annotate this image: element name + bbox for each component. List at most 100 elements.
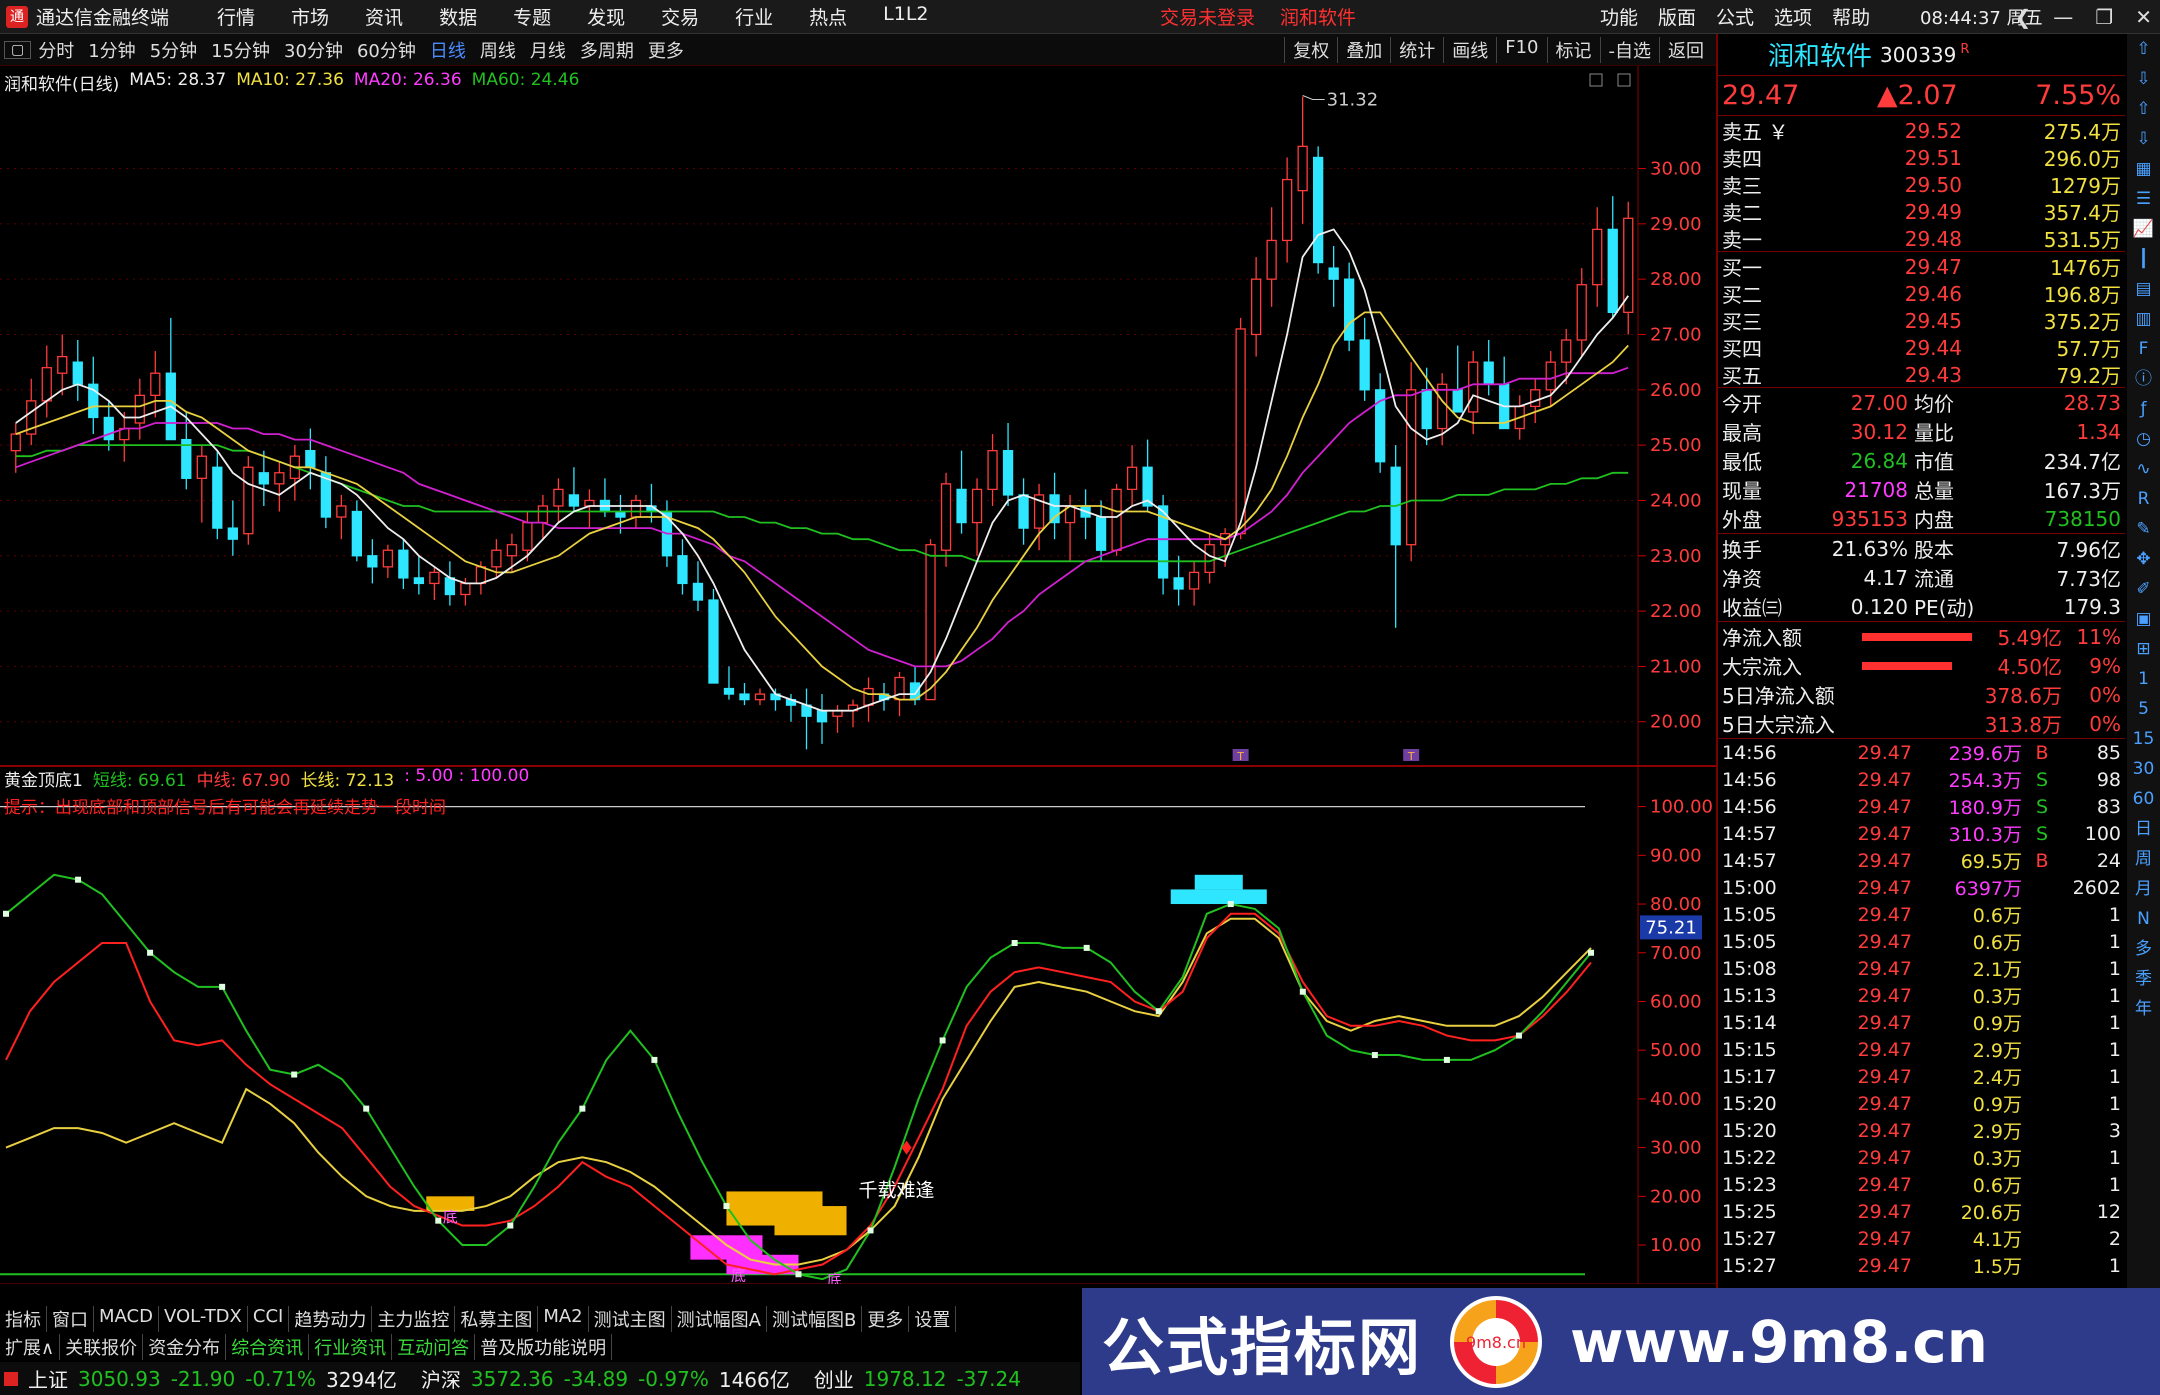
f-icon[interactable]: ƒ: [2127, 394, 2160, 424]
period-shortcut[interactable]: 5: [2127, 694, 2160, 724]
indicator-tab[interactable]: 测试幅图A: [672, 1306, 767, 1332]
period-shortcut[interactable]: 季: [2127, 964, 2160, 994]
period-shortcut[interactable]: 周: [2127, 844, 2160, 874]
up-arrow-icon[interactable]: ⇧: [2127, 34, 2160, 64]
down-arrow-icon[interactable]: ⇩: [2127, 64, 2160, 94]
menu-item[interactable]: 数据: [421, 3, 495, 30]
chart-tool-button[interactable]: 返回: [1659, 36, 1712, 63]
right-menu-item[interactable]: 选项: [1764, 3, 1822, 30]
doc-icon[interactable]: ▥: [2127, 304, 2160, 334]
indicator-tab[interactable]: 指标: [0, 1306, 47, 1332]
line-icon[interactable]: ∿: [2127, 454, 2160, 484]
restore-icon[interactable]: ❐: [2095, 5, 2113, 29]
f10-icon[interactable]: F: [2127, 334, 2160, 364]
indicator-tab[interactable]: MACD: [94, 1306, 159, 1332]
right-menu-item[interactable]: 公式: [1706, 3, 1764, 30]
period-tab[interactable]: 30分钟: [277, 37, 350, 63]
period-tab[interactable]: 更多: [641, 37, 691, 63]
minimize-icon[interactable]: —: [2053, 5, 2073, 29]
extension-tab[interactable]: 互动问答: [392, 1334, 476, 1360]
chart-tool-button[interactable]: 画线: [1443, 36, 1496, 63]
info-icon[interactable]: ⓘ: [2127, 364, 2160, 394]
pen-icon[interactable]: ✎: [2127, 514, 2160, 544]
indicator-tab[interactable]: 趋势动力: [289, 1306, 373, 1332]
chart-tool-button[interactable]: 叠加: [1337, 36, 1390, 63]
menu-item[interactable]: L1L2: [865, 3, 946, 30]
up-arrow-icon[interactable]: ⇧: [2127, 94, 2160, 124]
period-tab[interactable]: 分时: [31, 37, 81, 63]
indicator-tab[interactable]: 窗口: [47, 1306, 94, 1332]
chart-tool-button[interactable]: F10: [1496, 36, 1546, 63]
grid-icon[interactable]: ▦: [2127, 154, 2160, 184]
candle-icon[interactable]: ┃: [2127, 244, 2160, 274]
indicator-tab[interactable]: VOL-TDX: [159, 1306, 248, 1332]
menu-item[interactable]: 市场: [273, 3, 347, 30]
brush-icon[interactable]: ✐: [2127, 574, 2160, 604]
extension-tab[interactable]: 综合资讯: [226, 1334, 310, 1360]
extension-tab[interactable]: 扩展∧: [0, 1334, 61, 1360]
chart-icon[interactable]: 📈: [2127, 214, 2160, 244]
menu-item[interactable]: 行业: [717, 3, 791, 30]
indicator-tab[interactable]: 更多: [862, 1306, 910, 1332]
period-tab[interactable]: 月线: [523, 37, 573, 63]
menu-item[interactable]: 交易: [643, 3, 717, 30]
indicator-tab[interactable]: 测试主图: [589, 1306, 672, 1332]
period-tab[interactable]: 15分钟: [204, 37, 277, 63]
right-menu-item[interactable]: 版面: [1648, 3, 1706, 30]
indicator-title[interactable]: 黄金顶底1: [4, 766, 83, 791]
extension-tab[interactable]: 资金分布: [143, 1334, 227, 1360]
login-status[interactable]: 交易未登录: [1160, 3, 1255, 30]
menu-item[interactable]: 热点: [791, 3, 865, 30]
menu-item[interactable]: 行情: [199, 3, 273, 30]
chart-tool-button[interactable]: 统计: [1390, 36, 1443, 63]
extension-tab[interactable]: 普及版功能说明: [475, 1334, 613, 1360]
period-tab[interactable]: 多周期: [573, 37, 641, 63]
chart-tool-button[interactable]: -自选: [1599, 36, 1660, 63]
indicator-tab[interactable]: CCI: [248, 1306, 290, 1332]
sz-index-name[interactable]: 沪深: [421, 1364, 461, 1393]
back-icon[interactable]: ❮: [2015, 5, 2032, 29]
rsi-icon[interactable]: R: [2127, 484, 2160, 514]
down-arrow-icon[interactable]: ⇩: [2127, 124, 2160, 154]
period-tab[interactable]: 1分钟: [81, 37, 142, 63]
right-menu-item[interactable]: 功能: [1590, 3, 1648, 30]
period-shortcut[interactable]: 多: [2127, 934, 2160, 964]
indicator-tab[interactable]: 私募主图: [455, 1306, 539, 1332]
clock-icon[interactable]: ◷: [2127, 424, 2160, 454]
move-icon[interactable]: ✥: [2127, 544, 2160, 574]
period-shortcut[interactable]: 60: [2127, 784, 2160, 814]
indicator-tab[interactable]: 主力监控: [372, 1306, 456, 1332]
close-icon[interactable]: ✕: [2135, 5, 2152, 29]
indicator-tab[interactable]: 测试幅图B: [767, 1306, 863, 1332]
chart-tool-button[interactable]: 复权: [1284, 36, 1337, 63]
period-shortcut[interactable]: 15: [2127, 724, 2160, 754]
period-tab[interactable]: 周线: [473, 37, 523, 63]
period-shortcut[interactable]: 月: [2127, 874, 2160, 904]
period-shortcut[interactable]: 1: [2127, 664, 2160, 694]
menu-item[interactable]: 资讯: [347, 3, 421, 30]
extension-tab[interactable]: 关联报价: [60, 1334, 144, 1360]
tick-list[interactable]: 14:56 29.47 239.6万 B 85 14:56 29.47 254.3万 S 98 14…: [1718, 739, 2125, 1279]
extension-tab[interactable]: 行业资讯: [309, 1334, 393, 1360]
period-shortcut[interactable]: 年: [2127, 994, 2160, 1024]
right-menu-item[interactable]: 帮助: [1822, 3, 1880, 30]
list-icon[interactable]: ☰: [2127, 184, 2160, 214]
menu-item[interactable]: 发现: [569, 3, 643, 30]
chart-tool-button[interactable]: 标记: [1546, 36, 1600, 63]
kline-chart[interactable]: 30.00 29.00 28.00 27.00 26.00 25.00 24.00 23.00…: [0, 66, 1716, 1284]
menu-item[interactable]: 专题: [495, 3, 569, 30]
grid2-icon[interactable]: ⊞: [2127, 634, 2160, 664]
period-shortcut[interactable]: N: [2127, 904, 2160, 934]
fs-icon[interactable]: ▣: [2127, 604, 2160, 634]
table-icon[interactable]: ▤: [2127, 274, 2160, 304]
period-tab[interactable]: 60分钟: [350, 37, 423, 63]
period-shortcut[interactable]: 30: [2127, 754, 2160, 784]
period-shortcut[interactable]: 日: [2127, 814, 2160, 844]
indicator-tab[interactable]: MA2: [538, 1306, 589, 1332]
sh-index-name[interactable]: 上证: [28, 1364, 68, 1393]
period-tab[interactable]: 5分钟: [143, 37, 204, 63]
indicator-tab[interactable]: 设置: [909, 1306, 957, 1332]
toolbar-toggle-icon[interactable]: ▢: [4, 40, 32, 59]
cy-index-name[interactable]: 创业: [814, 1364, 854, 1393]
period-tab[interactable]: 日线: [423, 37, 473, 63]
